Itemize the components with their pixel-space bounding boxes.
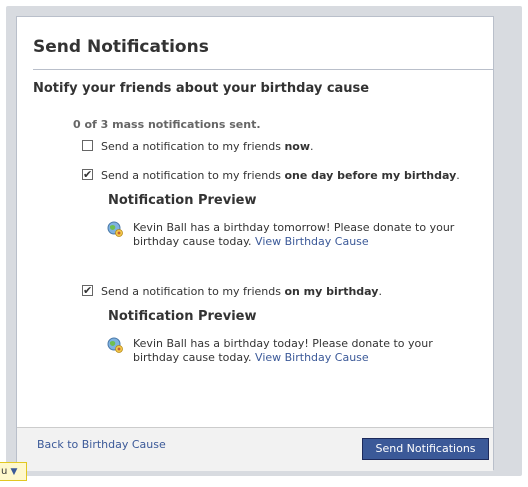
preview-title-day-before: Notification Preview bbox=[108, 193, 257, 208]
preview-text-on-birthday: Kevin Ball has a birthday today! Please … bbox=[133, 337, 433, 364]
checkbox-now[interactable] bbox=[82, 140, 93, 151]
dialog-footer: Back to Birthday Cause Send Notification… bbox=[17, 427, 493, 471]
view-birthday-cause-link[interactable]: View Birthday Cause bbox=[255, 235, 369, 248]
bottom-menu-tab[interactable]: u ▼ bbox=[0, 462, 27, 481]
causes-globe-icon bbox=[107, 337, 123, 353]
chevron-down-icon: ▼ bbox=[10, 467, 18, 477]
bottom-tab-label: u bbox=[1, 466, 8, 477]
back-to-birthday-cause-link[interactable]: Back to Birthday Cause bbox=[37, 438, 166, 451]
option-label-now: Send a notification to my friends now. bbox=[101, 140, 314, 153]
causes-globe-icon bbox=[107, 221, 123, 237]
dialog-subtitle: Notify your friends about your birthday … bbox=[33, 81, 370, 96]
sent-count-status: 0 of 3 mass notifications sent. bbox=[73, 118, 261, 131]
view-birthday-cause-link[interactable]: View Birthday Cause bbox=[255, 351, 369, 364]
title-divider bbox=[33, 69, 494, 70]
checkbox-on-birthday[interactable]: ✔ bbox=[82, 285, 93, 296]
send-notifications-dialog: Send Notifications Notify your friends a… bbox=[16, 16, 494, 471]
preview-title-on-birthday: Notification Preview bbox=[108, 309, 257, 324]
option-label-on-birthday: Send a notification to my friends on my … bbox=[101, 285, 382, 298]
preview-text-day-before: Kevin Ball has a birthday tomorrow! Plea… bbox=[133, 221, 455, 248]
dialog-title: Send Notifications bbox=[33, 37, 209, 57]
checkbox-day-before[interactable]: ✔ bbox=[82, 169, 93, 180]
send-notifications-button[interactable]: Send Notifications bbox=[362, 438, 489, 460]
option-label-day-before: Send a notification to my friends one da… bbox=[101, 169, 460, 182]
